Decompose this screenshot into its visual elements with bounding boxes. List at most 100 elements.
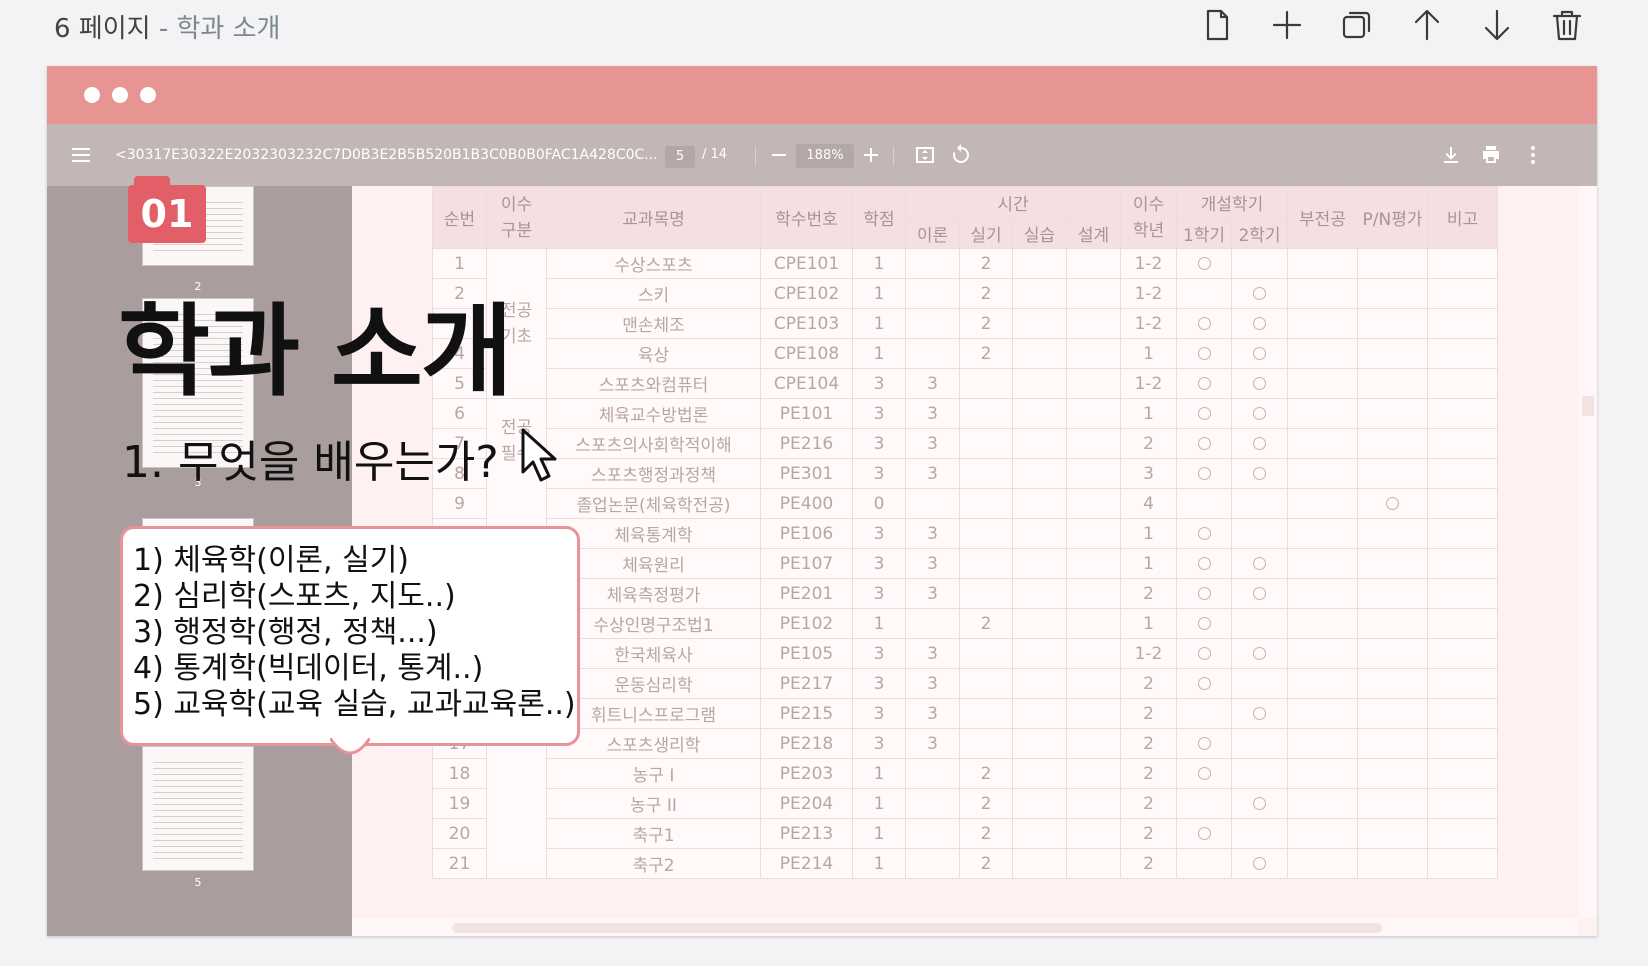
rotate-button[interactable] <box>949 143 973 167</box>
print-button[interactable] <box>1479 143 1503 167</box>
download-button[interactable] <box>1439 143 1463 167</box>
table-cell: 1 <box>1120 518 1177 549</box>
window-dot <box>140 87 156 103</box>
speech-bubble: 1) 체육학(이론, 실기) 2) 심리학(스포츠, 지도..) 3) 행정학(… <box>120 526 580 746</box>
table-cell <box>1066 698 1121 729</box>
zoom-level[interactable]: 188% <box>796 144 854 168</box>
table-cell <box>1231 608 1288 639</box>
table-cell <box>1231 578 1288 609</box>
more-options-button[interactable] <box>1521 143 1545 167</box>
page-number-input[interactable]: 5 <box>665 146 695 168</box>
delete-page-button[interactable] <box>1546 4 1588 46</box>
move-up-button[interactable] <box>1406 4 1448 46</box>
table-cell <box>1287 578 1358 609</box>
table-cell <box>1066 458 1121 489</box>
col-header: 2학기 <box>1231 217 1288 249</box>
table-row: 5 스포츠와컴퓨터 CPE104 3 3 1-2 <box>432 368 1498 399</box>
table-cell: PE107 <box>760 548 853 579</box>
table-cell <box>905 758 960 789</box>
new-page-button[interactable] <box>1196 4 1238 46</box>
circle-mark-icon <box>1253 707 1266 720</box>
table-row: 15운동심리학PE217332 <box>432 668 1498 699</box>
table-cell: 1-2 <box>1120 638 1177 669</box>
table-cell: 2 <box>1120 428 1177 459</box>
table-cell <box>1287 608 1358 639</box>
window-header <box>47 66 1597 124</box>
col-header: 순번 <box>432 186 487 249</box>
table-cell <box>1176 788 1232 819</box>
new-page-icon <box>1206 9 1229 41</box>
scroll-thumb[interactable] <box>452 923 1382 933</box>
table-cell <box>1176 488 1232 519</box>
table-cell <box>1231 518 1288 549</box>
page-number-label: 6 페이지 <box>54 14 151 44</box>
fit-page-button[interactable] <box>913 143 937 167</box>
table-cell <box>1357 758 1428 789</box>
table-cell <box>1231 248 1288 279</box>
table-cell <box>1066 488 1121 519</box>
table-cell <box>1012 248 1067 279</box>
move-down-button[interactable] <box>1476 4 1518 46</box>
table-row: 2 스키 CPE102 1 2 1-2 <box>432 278 1498 309</box>
table-cell: 9 <box>432 488 487 519</box>
table-cell <box>1427 338 1498 369</box>
table-cell: 1 <box>852 758 906 789</box>
table-cell <box>1012 848 1067 879</box>
table-cell: 2 <box>959 308 1013 339</box>
add-page-button[interactable] <box>1266 4 1308 46</box>
table-cell: 농구 I <box>546 758 761 789</box>
table-cell <box>1176 428 1232 459</box>
table-cell: 1 <box>1120 548 1177 579</box>
table-cell: PE204 <box>760 788 853 819</box>
horizontal-scrollbar[interactable] <box>352 918 1579 936</box>
zoom-out-button[interactable] <box>719 143 743 167</box>
table-row: 16휘트니스프로그램PE215332 <box>432 698 1498 729</box>
table-cell <box>1287 398 1358 429</box>
duplicate-page-button[interactable] <box>1336 4 1378 46</box>
table-cell: 2 <box>959 338 1013 369</box>
section-badge: 01 <box>128 185 206 243</box>
slide-canvas[interactable]: <30317E30322E2032303232C7D0B3E2B5B520B1B… <box>47 66 1597 936</box>
table-row: 21 축구2 PE214 1 2 2 <box>432 848 1498 879</box>
circle-mark-icon <box>1197 377 1211 390</box>
table-row: 3 맨손체조 CPE103 1 2 1-2 <box>432 308 1498 339</box>
table-cell: 스포츠와컴퓨터 <box>546 368 761 399</box>
page-title: 6 페이지 - 학과 소개 <box>54 8 280 45</box>
table-row: 4 육상 CPE108 1 2 1 <box>432 338 1498 369</box>
table-cell <box>1066 818 1121 849</box>
page-thumbnail[interactable] <box>142 746 254 871</box>
table-cell <box>1427 458 1498 489</box>
table-cell: 3 <box>852 458 906 489</box>
menu-button[interactable] <box>69 143 93 167</box>
col-header: 실기 <box>959 217 1013 249</box>
table-cell: CPE103 <box>760 308 853 339</box>
table-cell <box>1427 398 1498 429</box>
scroll-thumb[interactable] <box>1582 396 1594 416</box>
table-row: 8 스포츠행정과정책 PE301 3 3 3 <box>432 458 1498 489</box>
circle-mark-icon <box>1197 617 1211 630</box>
table-cell: PE203 <box>760 758 853 789</box>
table-cell: 2 <box>959 788 1013 819</box>
table-cell: 3 <box>905 728 960 759</box>
table-cell <box>1176 818 1232 849</box>
table-cell <box>1066 248 1121 279</box>
zoom-out-button[interactable] <box>767 143 791 167</box>
bubble-line: 5) 교육학(교육 실습, 교과교육론..) <box>133 687 576 722</box>
circle-mark-icon <box>1197 407 1211 420</box>
table-row: 7 스포츠의사회학적이해 PE216 3 3 2 <box>432 428 1498 459</box>
circle-mark-icon <box>1253 347 1266 360</box>
table-cell <box>1176 608 1232 639</box>
zoom-in-button[interactable] <box>859 143 883 167</box>
col-header: 이수 학년 <box>1120 186 1177 249</box>
table-cell <box>1176 248 1232 279</box>
circle-mark-icon <box>1253 587 1266 600</box>
table-cell <box>1427 578 1498 609</box>
circle-mark-icon <box>1386 497 1399 510</box>
table-cell: 3 <box>905 638 960 669</box>
table-cell: 1-2 <box>1120 248 1177 279</box>
table-row: 10체육통계학PE106331 <box>432 518 1498 549</box>
table-cell: 수상스포츠 <box>546 248 761 279</box>
table-cell <box>1176 848 1232 879</box>
vertical-scrollbar[interactable] <box>1579 186 1597 918</box>
table-cell <box>1066 788 1121 819</box>
